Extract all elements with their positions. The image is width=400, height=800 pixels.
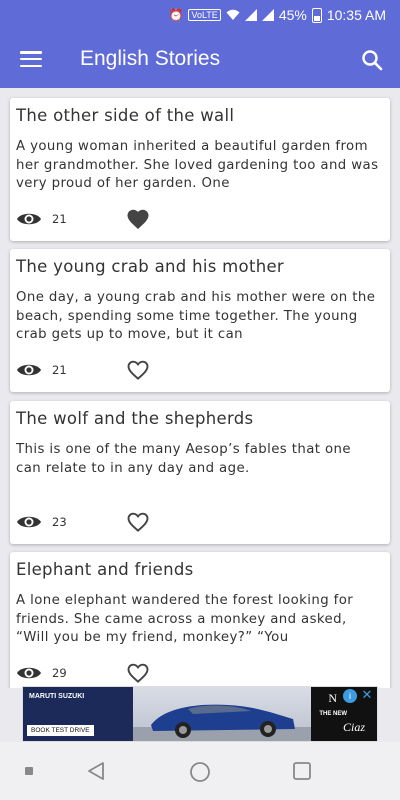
app-bar: English Stories	[0, 30, 400, 88]
ad-headline: THE NEW	[319, 711, 347, 717]
recents-dot-icon[interactable]	[25, 767, 33, 775]
ad-brand-panel: MARUTI SUZUKI BOOK TEST DRIVE	[23, 687, 133, 741]
status-bar: ⏰ VoLTE 45% 10:35 AM	[0, 0, 400, 30]
car-icon	[133, 704, 313, 741]
story-title: The wolf and the shepherds	[16, 409, 254, 428]
eye-icon	[17, 364, 41, 376]
ad-model-name: Ciaz	[342, 720, 365, 734]
search-icon[interactable]	[360, 48, 384, 72]
ad-brand: MARUTI SUZUKI	[29, 693, 85, 700]
story-title: The young crab and his mother	[16, 257, 285, 276]
story-meta: 23	[16, 510, 150, 534]
story-meta: 29	[16, 661, 150, 685]
eye-icon	[17, 516, 41, 528]
hamburger-menu-icon[interactable]	[20, 51, 42, 67]
system-nav-bar	[0, 742, 400, 800]
story-excerpt: A young woman inherited a beautiful gard…	[16, 139, 379, 191]
eye-icon	[17, 213, 41, 225]
story-list[interactable]: The other side of the wall A young woman…	[0, 88, 400, 688]
alarm-icon: ⏰	[168, 8, 184, 22]
ad-cta-button[interactable]: BOOK TEST DRIVE	[27, 725, 94, 736]
signal-icon-2	[261, 9, 274, 21]
back-icon[interactable]	[86, 761, 106, 781]
story-title: Elephant and friends	[16, 560, 194, 579]
view-count: 23	[52, 515, 67, 529]
story-excerpt: A lone elephant wandered the forest look…	[16, 593, 354, 645]
heart-filled-icon[interactable]	[126, 208, 150, 230]
ad-banner[interactable]: MARUTI SUZUKI BOOK TEST DRIVE N THE NEW …	[22, 686, 378, 742]
story-title: The other side of the wall	[16, 106, 235, 125]
story-excerpt: One day, a young crab and his mother wer…	[16, 290, 376, 342]
signal-icon	[244, 9, 257, 21]
ad-image	[133, 687, 313, 741]
story-card[interactable]: The wolf and the shepherds This is one o…	[10, 401, 390, 544]
view-count: 29	[52, 666, 67, 680]
heart-outline-icon[interactable]	[126, 359, 150, 381]
story-meta: 21	[16, 207, 150, 231]
story-card[interactable]: The young crab and his mother One day, a…	[10, 249, 390, 392]
story-excerpt: This is one of the many Aesop’s fables t…	[16, 442, 351, 476]
story-card[interactable]: The other side of the wall A young woman…	[10, 98, 390, 241]
heart-outline-icon[interactable]	[126, 511, 150, 533]
story-card[interactable]: Elephant and friends A lone elephant wan…	[10, 552, 390, 688]
heart-outline-icon[interactable]	[126, 662, 150, 684]
ad-info-icon[interactable]: i	[343, 689, 357, 703]
ad-n-mark: N	[328, 691, 337, 705]
app-title: English Stories	[80, 47, 221, 70]
view-count: 21	[52, 363, 67, 377]
wifi-icon	[226, 9, 240, 20]
battery-icon	[311, 7, 322, 23]
story-meta: 21	[16, 358, 150, 382]
ad-close-icon[interactable]: ✕	[360, 688, 374, 702]
eye-icon	[17, 667, 41, 679]
view-count: 21	[52, 212, 67, 226]
overview-icon[interactable]	[292, 761, 312, 781]
battery-percent: 45%	[278, 7, 307, 23]
home-icon[interactable]	[189, 761, 211, 783]
volte-badge: VoLTE	[188, 9, 221, 21]
clock: 10:35 AM	[326, 7, 386, 23]
